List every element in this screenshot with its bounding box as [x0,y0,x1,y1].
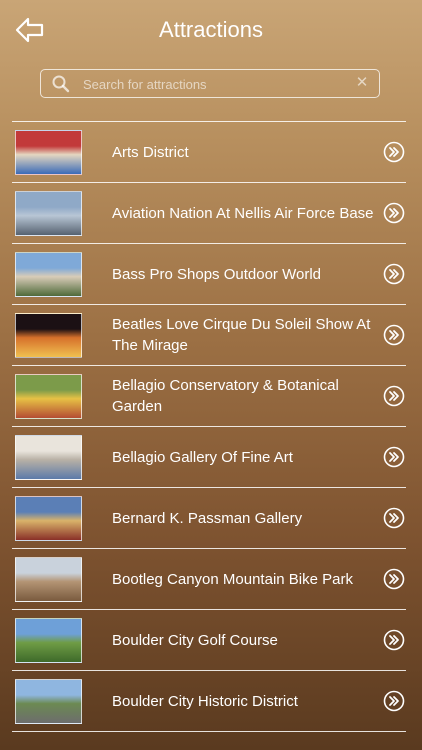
attraction-thumbnail [15,679,82,724]
attraction-name: Bernard K. Passman Gallery [112,509,303,527]
attraction-name: Boulder City Historic District [112,692,298,710]
list-item[interactable]: Bellagio Conservatory & Botanical Garden [12,366,406,427]
attraction-name: Arts District [112,143,189,161]
attraction-name: Bass Pro Shops Outdoor World [112,265,321,283]
page-title: Attractions [159,17,263,42]
double-chevron-right-icon[interactable] [383,629,405,651]
attraction-thumbnail [15,557,82,602]
list-item[interactable]: Boulder City Historic District [12,671,406,732]
double-chevron-right-icon[interactable] [383,324,405,346]
attraction-name: Beatles Love Cirque Du Soleil Show At Th… [112,316,371,354]
navigation-bar: Attractions [0,0,422,62]
list-item[interactable]: Bernard K. Passman Gallery [12,488,406,549]
list-item[interactable]: Bass Pro Shops Outdoor World [12,244,406,305]
attraction-name: Aviation Nation At Nellis Air Force Base [112,204,374,222]
double-chevron-right-icon[interactable] [383,263,405,285]
double-chevron-right-icon[interactable] [383,141,405,163]
list-item[interactable]: Boulder City Golf Course [12,610,406,671]
list-item[interactable]: Arts District [12,122,406,183]
list-item[interactable]: Beatles Love Cirque Du Soleil Show At Th… [12,305,406,366]
attraction-thumbnail [15,252,82,297]
attraction-thumbnail [15,618,82,663]
list-item[interactable]: Bootleg Canyon Mountain Bike Park [12,549,406,610]
double-chevron-right-icon[interactable] [383,446,405,468]
attraction-name: Bootleg Canyon Mountain Bike Park [112,570,353,588]
search-bar[interactable]: ✕ [40,69,380,98]
attraction-thumbnail [15,313,82,358]
attraction-thumbnail [15,496,82,541]
double-chevron-right-icon[interactable] [383,568,405,590]
attraction-thumbnail [15,374,82,419]
attraction-thumbnail [15,130,82,175]
search-icon [51,74,71,94]
double-chevron-right-icon[interactable] [383,202,405,224]
attraction-thumbnail [15,191,82,236]
double-chevron-right-icon[interactable] [383,690,405,712]
attraction-name: Bellagio Gallery Of Fine Art [112,448,293,466]
double-chevron-right-icon[interactable] [383,385,405,407]
clear-icon[interactable]: ✕ [353,73,371,93]
double-chevron-right-icon[interactable] [383,507,405,529]
list-item[interactable]: Bellagio Gallery Of Fine Art [12,427,406,488]
attraction-name: Bellagio Conservatory & Botanical Garden [112,377,339,415]
attraction-thumbnail [15,435,82,480]
attraction-name: Boulder City Golf Course [112,631,278,649]
attractions-list: Arts District Aviation Nation At Nellis A… [12,121,406,732]
list-item[interactable]: Aviation Nation At Nellis Air Force Base [12,183,406,244]
search-input[interactable] [81,72,355,96]
